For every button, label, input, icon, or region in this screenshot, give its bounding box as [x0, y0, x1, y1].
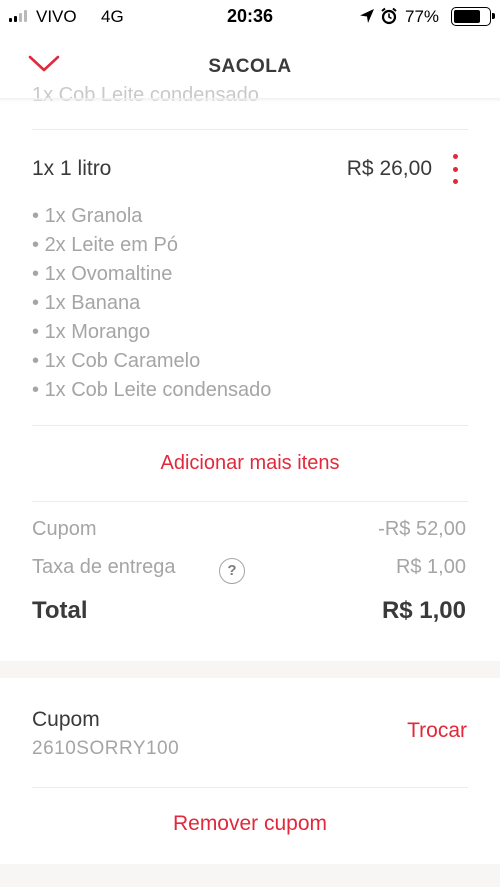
battery-icon — [451, 7, 495, 26]
list-item: 1x Ovomaltine — [32, 261, 271, 290]
divider — [32, 501, 468, 502]
coupon-section-title: Cupom — [32, 708, 100, 731]
swap-coupon-button[interactable]: Trocar — [407, 719, 467, 743]
cart-item-price: R$ 26,00 — [346, 157, 432, 180]
add-more-items-button[interactable]: Adicionar mais itens — [0, 452, 500, 475]
more-options-icon[interactable] — [448, 154, 462, 184]
section-separator — [0, 661, 500, 678]
battery-percentage: 77% — [405, 7, 440, 26]
coupon-discount-label: Cupom — [32, 518, 97, 540]
coupon-discount-value: -R$ 52,00 — [378, 518, 466, 540]
remove-coupon-button[interactable]: Remover cupom — [0, 812, 500, 836]
divider — [32, 787, 468, 788]
page-title: SACOLA — [208, 56, 292, 77]
list-item: 1x Granola — [32, 203, 271, 232]
help-icon[interactable]: ? — [219, 558, 245, 584]
location-arrow-icon — [360, 9, 374, 23]
delivery-fee-value: R$ 1,00 — [395, 556, 466, 578]
list-item: 1x Morango — [32, 319, 271, 348]
coupon-code: 2610SORRY100 — [32, 738, 180, 759]
section-separator — [0, 864, 500, 887]
divider — [32, 129, 468, 130]
divider — [32, 425, 468, 426]
list-item: 1x Cob Caramelo — [32, 348, 271, 377]
total-label: Total — [32, 597, 88, 624]
addon-list: 1x Granola 2x Leite em Pó 1x Ovomaltine … — [32, 203, 272, 406]
total-value: R$ 1,00 — [381, 597, 466, 624]
alarm-clock-icon — [381, 7, 397, 25]
list-item: 1x Banana — [32, 290, 271, 319]
scrolled-addon-line: 1x Cob Leite condensado — [32, 84, 259, 106]
header-shadow — [0, 98, 500, 102]
delivery-fee-label: Taxa de entrega — [32, 556, 176, 578]
status-bar: VIVO 4G 20:36 77% — [0, 0, 500, 34]
list-item: 1x Cob Leite condensado — [32, 377, 272, 406]
list-item: 2x Leite em Pó — [32, 232, 271, 261]
cart-item-title: 1x 1 litro — [32, 157, 112, 180]
